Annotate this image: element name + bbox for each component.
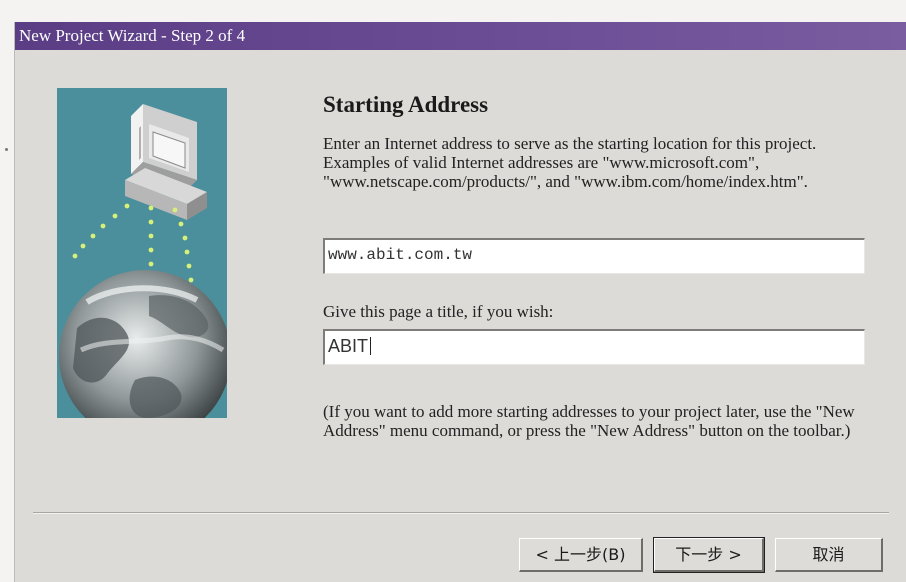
page-description: Enter an Internet address to serve as th… — [323, 134, 817, 191]
window-title-bar[interactable]: New Project Wizard - Step 2 of 4 — [15, 22, 906, 50]
back-button[interactable]: < 上一步(B) — [519, 538, 643, 572]
page-title-label: Give this page a title, if you wish: — [323, 302, 554, 321]
screen: New Project Wizard - Step 2 of 4 Startin… — [0, 0, 906, 582]
page-heading: Starting Address — [323, 92, 489, 117]
cancel-button[interactable]: 取消 — [775, 538, 883, 572]
illustration-graphic — [57, 88, 227, 418]
page-title-input[interactable]: ABIT — [323, 329, 865, 365]
text-caret — [370, 337, 372, 355]
wizard-window: New Project Wizard - Step 2 of 4 Startin… — [14, 22, 906, 582]
wizard-illustration — [57, 88, 227, 418]
button-separator — [33, 512, 889, 514]
starting-address-input[interactable]: www.abit.com.tw — [323, 238, 865, 274]
info-note: (If you want to add more starting addres… — [323, 402, 855, 440]
stray-dot — [5, 148, 8, 151]
next-button[interactable]: 下一步 > — [653, 537, 765, 573]
page-title-value: ABIT — [328, 336, 369, 356]
